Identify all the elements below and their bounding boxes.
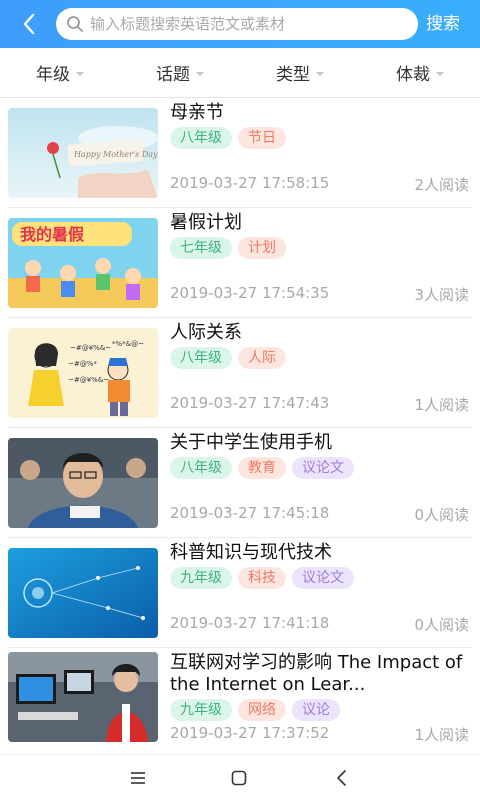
publish-date: 2019-03-27 17:58:15 xyxy=(170,174,330,192)
caret-down-icon xyxy=(316,71,324,76)
back-arrow-icon[interactable] xyxy=(18,12,42,36)
genre-tag: 议论文 xyxy=(292,457,354,479)
filter-genre[interactable]: 体裁 xyxy=(360,48,480,97)
app-header: 搜索 xyxy=(0,0,480,48)
filter-bar: 年级 话题 类型 体裁 xyxy=(0,48,480,98)
article-title: 人际关系 xyxy=(170,322,242,343)
tag-group: 八年级 人际 xyxy=(170,347,286,369)
caret-down-icon xyxy=(196,71,204,76)
thumb-caption: ~#@¥%&~ xyxy=(68,376,109,384)
read-count: 2人阅读 xyxy=(414,176,469,194)
topic-tag: 教育 xyxy=(238,457,286,479)
grade-tag: 九年级 xyxy=(170,699,232,721)
tag-group: 九年级 科技 议论文 xyxy=(170,567,354,589)
genre-tag: 议论文 xyxy=(292,567,354,589)
thumbnail-technology xyxy=(8,548,158,638)
article-title: 关于中学生使用手机 xyxy=(170,432,332,453)
thumb-caption: ~#@%* xyxy=(68,360,97,368)
topic-tag: 网络 xyxy=(238,699,286,721)
search-box[interactable] xyxy=(56,8,418,40)
topic-tag: 人际 xyxy=(238,347,286,369)
filter-label: 类型 xyxy=(276,65,310,85)
search-input[interactable] xyxy=(90,8,408,40)
topic-tag: 节日 xyxy=(238,127,286,149)
tag-group: 八年级 节日 xyxy=(170,127,286,149)
publish-date: 2019-03-27 17:37:52 xyxy=(170,724,330,742)
filter-grade[interactable]: 年级 xyxy=(0,48,120,97)
grade-tag: 七年级 xyxy=(170,237,232,259)
read-count: 1人阅读 xyxy=(414,396,469,414)
tag-group: 九年级 网络 议论 xyxy=(170,699,340,721)
topic-tag: 计划 xyxy=(238,237,286,259)
grade-tag: 八年级 xyxy=(170,457,232,479)
tag-group: 八年级 教育 议论文 xyxy=(170,457,354,479)
filter-type[interactable]: 类型 xyxy=(240,48,360,97)
filter-label: 体裁 xyxy=(396,65,430,85)
grade-tag: 九年级 xyxy=(170,567,232,589)
thumbnail-computer-class xyxy=(8,652,158,742)
caret-down-icon xyxy=(436,71,444,76)
thumb-caption: Happy Mother's Day xyxy=(73,150,158,159)
read-count: 3人阅读 xyxy=(414,286,469,304)
article-title: 母亲节 xyxy=(170,102,224,123)
thumbnail-summer-vacation: 我的暑假 xyxy=(8,218,158,308)
publish-date: 2019-03-27 17:41:18 xyxy=(170,614,330,632)
list-item[interactable]: 我的暑假 暑假计划 七年级 计划 2019-03-27 17:54:35 3人阅… xyxy=(0,208,480,318)
article-title: 科普知识与现代技术 xyxy=(170,542,332,563)
thumb-caption: ~#@¥%&~ xyxy=(70,344,111,352)
thumbnail-mothers-day: Happy Mother's Day xyxy=(8,108,158,198)
list-item[interactable]: 互联网对学习的影响 The Impact of the Internet on … xyxy=(0,648,480,758)
tag-group: 七年级 计划 xyxy=(170,237,286,259)
list-item[interactable]: ~#@¥%&~ *%*&@~ ~#@%* ~#@¥%&~ 人际关系 八年级 人际… xyxy=(0,318,480,428)
filter-topic[interactable]: 话题 xyxy=(120,48,240,97)
thumb-caption: 我的暑假 xyxy=(20,225,85,244)
grade-tag: 八年级 xyxy=(170,347,232,369)
read-count: 1人阅读 xyxy=(414,726,469,744)
caret-down-icon xyxy=(76,71,84,76)
list-item[interactable]: 关于中学生使用手机 八年级 教育 议论文 2019-03-27 17:45:18… xyxy=(0,428,480,538)
article-title: 互联网对学习的影响 The Impact of the Internet on … xyxy=(170,652,463,695)
thumbnail-relationship: ~#@¥%&~ *%*&@~ ~#@%* ~#@¥%&~ xyxy=(8,328,158,418)
menu-icon[interactable] xyxy=(128,768,148,788)
grade-tag: 八年级 xyxy=(170,127,232,149)
search-icon xyxy=(67,16,83,32)
read-count: 0人阅读 xyxy=(414,616,469,634)
topic-tag: 科技 xyxy=(238,567,286,589)
article-title: 暑假计划 xyxy=(170,212,242,233)
home-icon[interactable] xyxy=(229,768,249,788)
publish-date: 2019-03-27 17:47:43 xyxy=(170,394,330,412)
publish-date: 2019-03-27 17:54:35 xyxy=(170,284,330,302)
thumb-caption: *%*&@~ xyxy=(112,340,144,348)
filter-label: 话题 xyxy=(156,65,190,85)
system-navigation-bar xyxy=(0,754,480,800)
back-icon[interactable] xyxy=(332,768,352,788)
list-item[interactable]: 科普知识与现代技术 九年级 科技 议论文 2019-03-27 17:41:18… xyxy=(0,538,480,648)
filter-label: 年级 xyxy=(36,65,70,85)
search-button[interactable]: 搜索 xyxy=(426,13,460,35)
publish-date: 2019-03-27 17:45:18 xyxy=(170,504,330,522)
list-item[interactable]: Happy Mother's Day 母亲节 八年级 节日 2019-03-27… xyxy=(0,98,480,208)
thumbnail-students-phone xyxy=(8,438,158,528)
genre-tag: 议论 xyxy=(292,699,340,721)
read-count: 0人阅读 xyxy=(414,506,469,524)
